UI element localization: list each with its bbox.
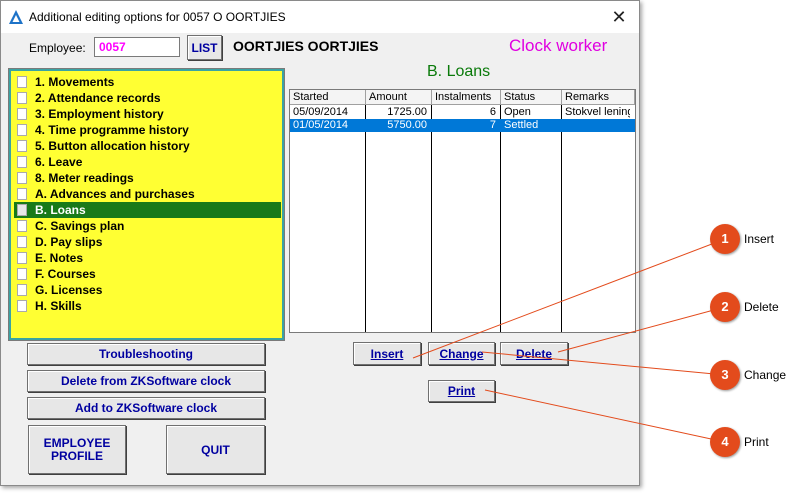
callout-1-label: Insert [744,232,775,246]
callout-1-badge: 1 [710,224,740,254]
callout-line-change [481,351,726,376]
callout-line-print [484,389,726,443]
callout-lines [412,238,726,443]
callout-line-delete [557,306,726,353]
callout-4-badge: 4 [710,427,740,457]
callout-2-label: Delete [744,300,779,314]
callout-2-badge: 2 [710,292,740,322]
callout-3-badge: 3 [710,360,740,390]
callout-3-label: Change [744,368,787,382]
callout-line-insert [412,238,726,359]
callout-4-label: Print [744,435,769,449]
